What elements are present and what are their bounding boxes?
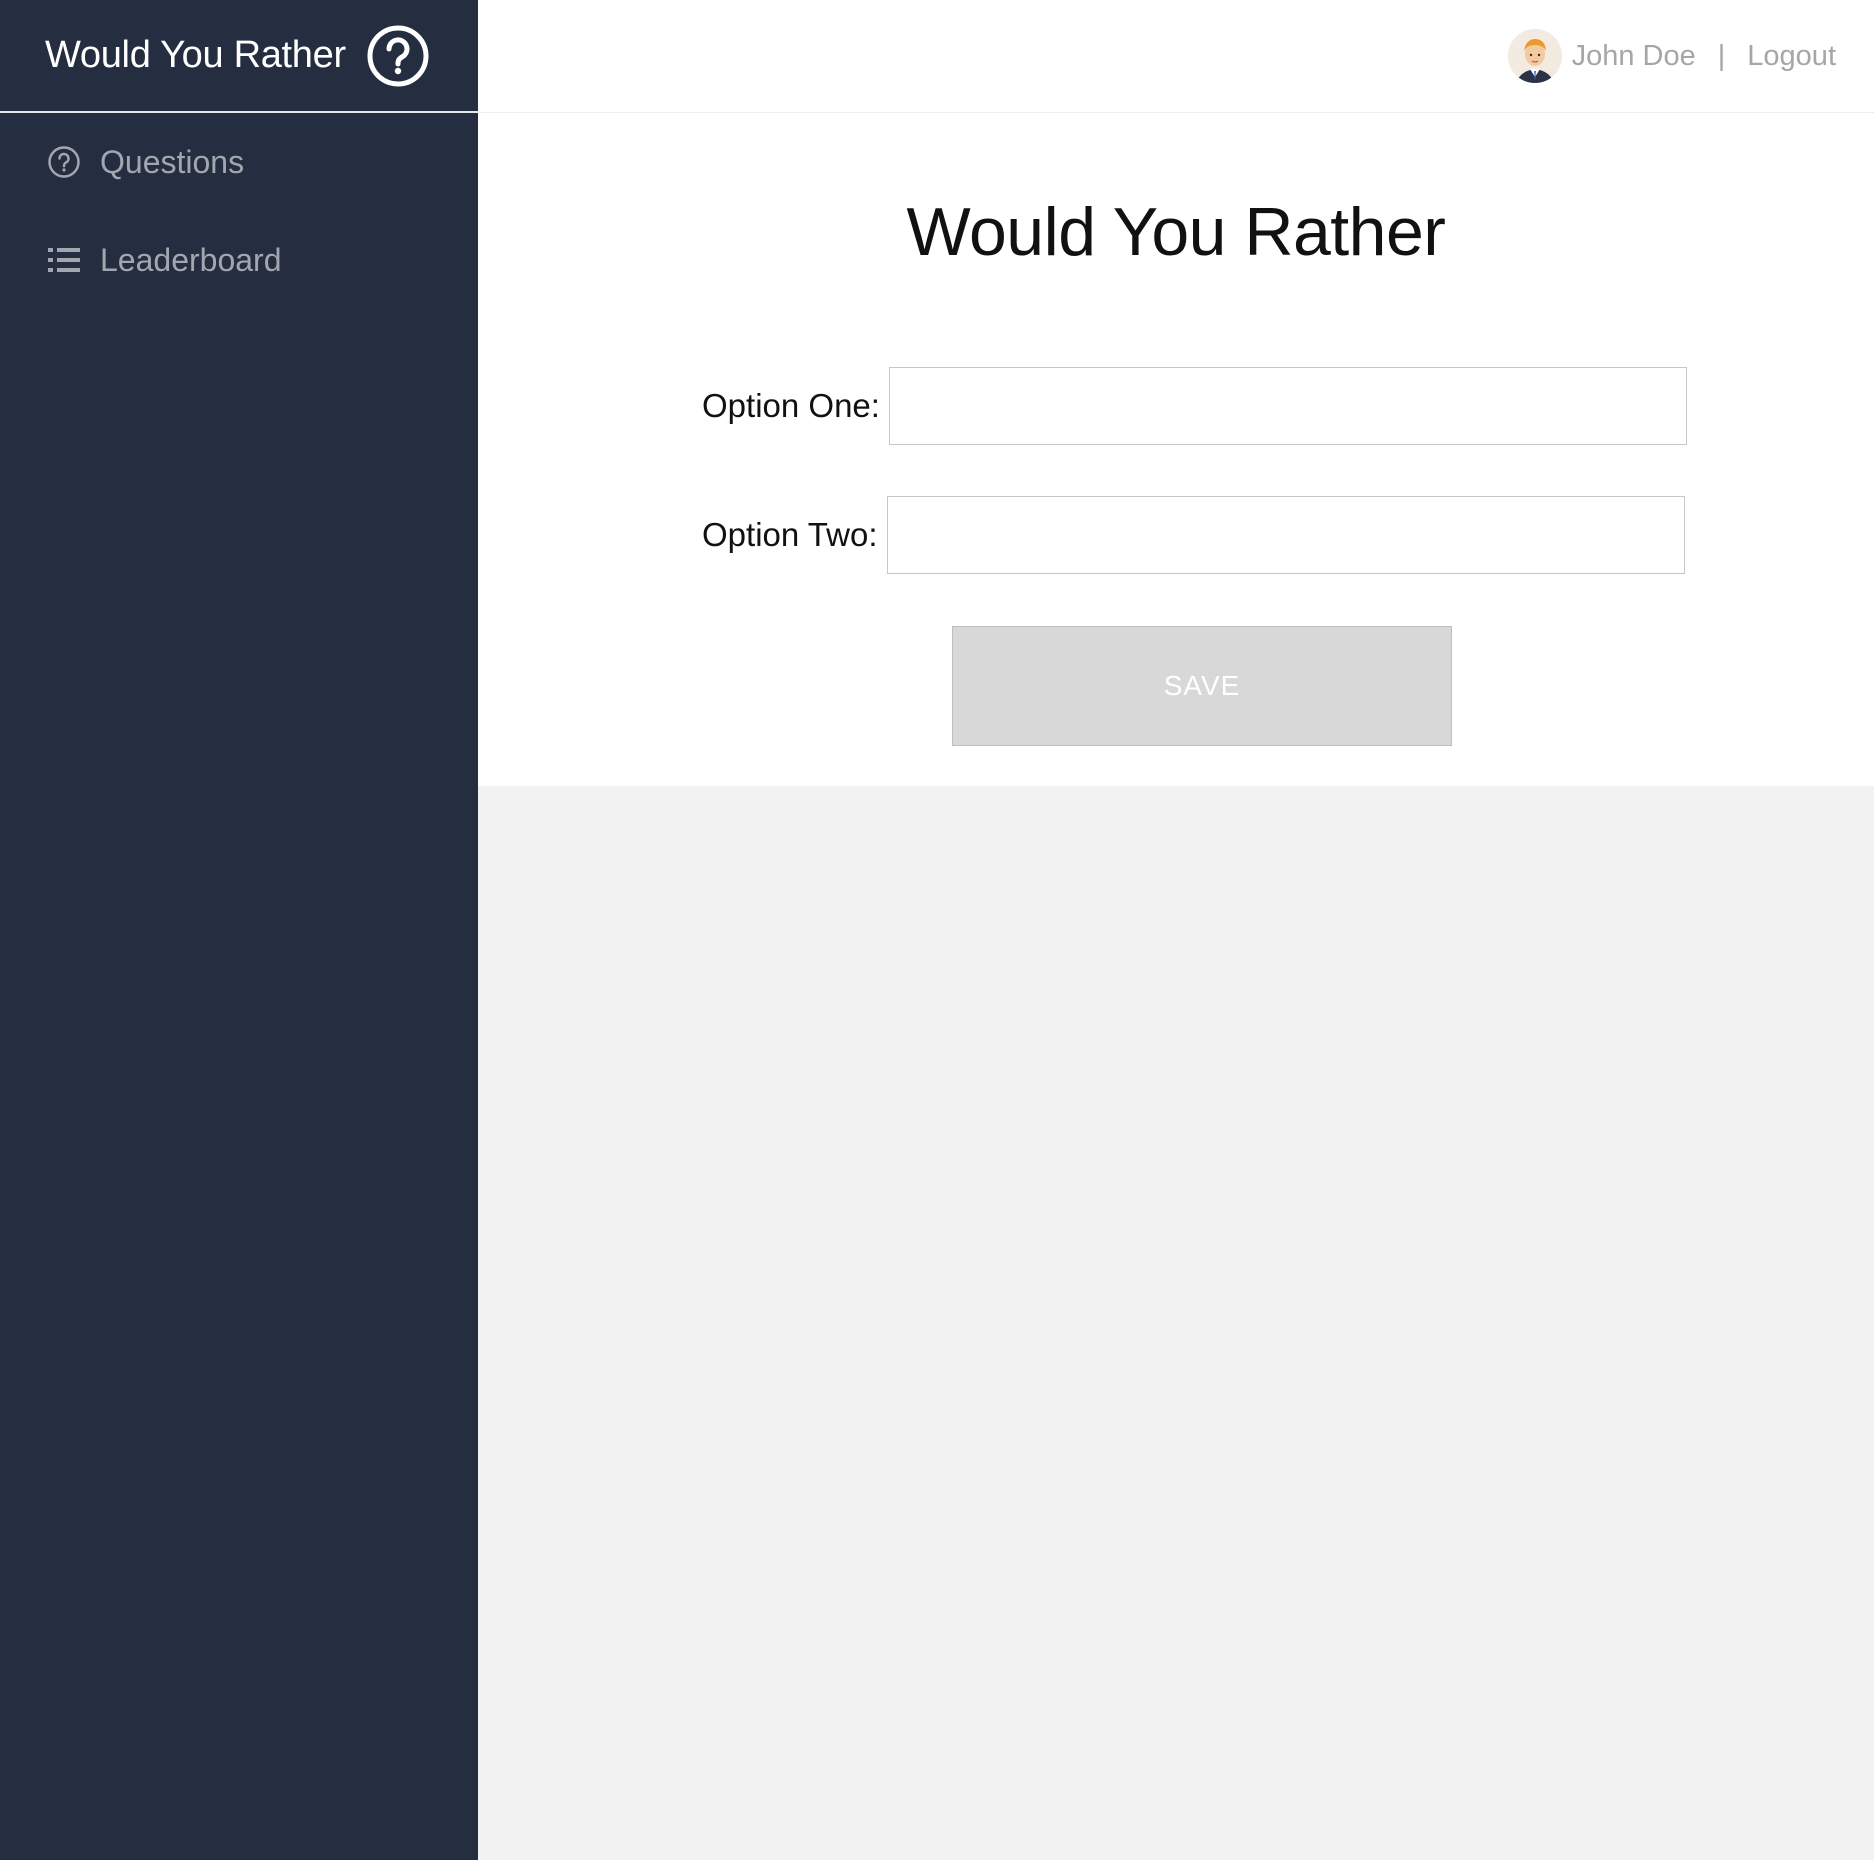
header-separator: | (1717, 39, 1726, 72)
option-one-label: Option One: (702, 387, 880, 424)
sidebar-item-label: Leaderboard (100, 241, 282, 278)
sidebar-item-label: Questions (100, 143, 245, 180)
option-one-row: Option One: (702, 367, 1687, 445)
option-one-input[interactable] (888, 367, 1687, 445)
logout-link[interactable]: Logout (1747, 40, 1836, 73)
save-button[interactable]: SAVE (952, 626, 1452, 746)
question-circle-icon (366, 24, 430, 88)
list-icon (47, 243, 81, 277)
sidebar-item-leaderboard[interactable]: Leaderboard (0, 211, 478, 309)
top-bar: John Doe | Logout (478, 0, 1874, 113)
user-name: John Doe (1571, 39, 1696, 72)
new-question-card: Would You Rather Option One: Option Two:… (478, 113, 1874, 786)
page-title: Would You Rather (906, 194, 1446, 270)
brand-title: Would You Rather (45, 34, 346, 76)
option-two-row: Option Two: (702, 496, 1685, 574)
brand: Would You Rather (0, 0, 478, 113)
option-two-input[interactable] (886, 496, 1685, 574)
avatar-icon[interactable] (1507, 29, 1562, 83)
question-circle-icon (47, 145, 81, 179)
sidebar: Would You Rather Questions Leaderboard (0, 0, 478, 1860)
option-two-label: Option Two: (702, 516, 878, 553)
sidebar-item-questions[interactable]: Questions (0, 113, 478, 211)
